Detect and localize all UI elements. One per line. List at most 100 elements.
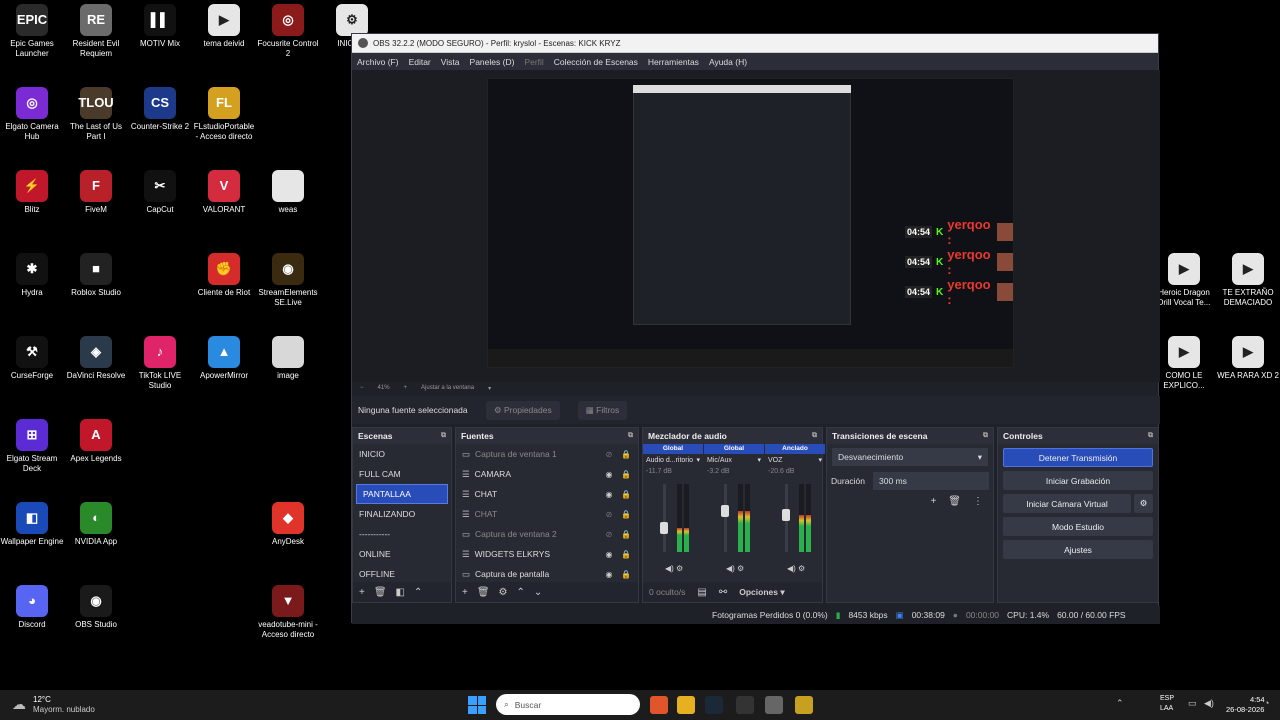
- desktop-icon[interactable]: ◈ DaVinci Resolve: [64, 336, 128, 381]
- desktop-icon[interactable]: V VALORANT: [192, 170, 256, 215]
- desktop-icon[interactable]: ◆ AnyDesk: [256, 502, 320, 547]
- source-settings-button[interactable]: ⚙: [499, 587, 508, 598]
- file-explorer-icon[interactable]: [677, 696, 695, 714]
- transition-select[interactable]: Desvanecimiento ▾: [832, 448, 988, 466]
- desktop-icon[interactable]: ▶ WEA RARA XD 2: [1216, 336, 1280, 381]
- scene-filters-button[interactable]: ◧: [396, 587, 405, 598]
- obs-icon[interactable]: [736, 696, 754, 714]
- lock-icon[interactable]: 🔒: [620, 530, 632, 539]
- layout-icon[interactable]: ▤: [697, 587, 706, 598]
- remove-source-button[interactable]: 🗑: [477, 587, 490, 598]
- chevron-down-icon[interactable]: ▾: [757, 454, 761, 468]
- add-transition-button[interactable]: +: [930, 496, 936, 507]
- lock-icon[interactable]: 🔒: [620, 450, 632, 459]
- settings-button[interactable]: Ajustes: [1003, 540, 1153, 559]
- menu-item[interactable]: Colección de Escenas: [554, 57, 638, 67]
- zoom-out-button[interactable]: −: [360, 385, 364, 391]
- mixer-options-button[interactable]: Opciones ▾: [739, 587, 784, 598]
- virtual-camera-button[interactable]: Iniciar Cámara Virtual: [1003, 494, 1131, 513]
- desktop-icon[interactable]: ◕ Discord: [0, 585, 64, 630]
- desktop-icon[interactable]: ⚡ Blitz: [0, 170, 64, 215]
- menu-item[interactable]: Archivo (F): [357, 57, 399, 67]
- desktop-icon[interactable]: ■ Roblox Studio: [64, 253, 128, 298]
- desktop-icon[interactable]: ◐ NVIDIA App: [64, 502, 128, 547]
- clock-time[interactable]: 4:54: [1250, 695, 1265, 704]
- keyboard-layout[interactable]: LAA: [1160, 705, 1173, 712]
- volume-icon[interactable]: ◀): [787, 564, 798, 573]
- app-icon[interactable]: [795, 696, 813, 714]
- mixer-channel-name[interactable]: VOZ ▾: [765, 454, 825, 468]
- chevron-down-icon[interactable]: ▾: [488, 385, 491, 392]
- lock-icon[interactable]: 🔒: [620, 470, 632, 479]
- weather-desc[interactable]: Mayorm. nublado: [33, 705, 95, 714]
- undock-icon[interactable]: ⧉: [1148, 432, 1153, 440]
- start-recording-button[interactable]: Iniciar Grabación: [1003, 471, 1153, 490]
- remove-transition-button[interactable]: 🗑: [948, 496, 961, 507]
- desktop-icon[interactable]: ▶ TE EXTRAÑO DEMACIADO: [1216, 253, 1280, 308]
- desktop-icon[interactable]: ▲ ApowerMirror: [192, 336, 256, 381]
- tray-chevron-icon[interactable]: ⌃: [1116, 698, 1124, 709]
- windows-start-icon[interactable]: [468, 696, 486, 714]
- undock-icon[interactable]: ⧉: [983, 432, 988, 440]
- desktop-icon[interactable]: FL FLstudioPortable - Acceso directo: [192, 87, 256, 142]
- settings-gear-icon[interactable]: [765, 696, 783, 714]
- desktop-icon[interactable]: CS Counter-Strike 2: [128, 87, 192, 132]
- eye-icon[interactable]: ◉: [603, 570, 615, 579]
- source-item[interactable]: ☰ CAMARA ◉ 🔒: [456, 464, 638, 484]
- steam-icon[interactable]: [705, 696, 723, 714]
- source-item[interactable]: ☰ CHAT ⊘ 🔒: [456, 504, 638, 524]
- source-item[interactable]: ▭ Captura de pantalla ◉ 🔒: [456, 564, 638, 584]
- desktop-icon[interactable]: ▌▌ MOTIV Mix: [128, 4, 192, 49]
- eye-off-icon[interactable]: ⊘: [603, 450, 615, 459]
- properties-button[interactable]: ⚙ Propiedades: [486, 400, 560, 420]
- desktop-icon[interactable]: ◉ StreamElements SE.Live: [256, 253, 320, 308]
- scene-item[interactable]: FULL CAM: [353, 464, 451, 484]
- eye-off-icon[interactable]: ⊘: [603, 530, 615, 539]
- desktop-icon[interactable]: ◎ Focusrite Control 2: [256, 4, 320, 59]
- scene-item[interactable]: INICIO: [353, 444, 451, 464]
- desktop-icon[interactable]: ◧ Wallpaper Engine: [0, 502, 64, 547]
- duration-input[interactable]: 300 ms: [873, 472, 989, 490]
- desktop-icon[interactable]: weas: [256, 170, 320, 215]
- settings-icon[interactable]: ⚙: [798, 564, 805, 573]
- settings-icon[interactable]: ⚙: [737, 564, 744, 573]
- desktop-icon[interactable]: ▶ tema deivid: [192, 4, 256, 49]
- brave-icon[interactable]: [650, 696, 668, 714]
- link-icon[interactable]: ⚯: [719, 587, 727, 598]
- desktop-icon[interactable]: ◉ OBS Studio: [64, 585, 128, 630]
- volume-icon[interactable]: ◀): [1204, 698, 1214, 709]
- eye-icon[interactable]: ◉: [603, 550, 615, 559]
- fader-knob[interactable]: [660, 522, 668, 535]
- desktop-icon[interactable]: RE Resident Evil Requiem: [64, 4, 128, 59]
- filters-button[interactable]: ▦ Filtros: [577, 400, 628, 420]
- desktop-icon[interactable]: ⚒ CurseForge: [0, 336, 64, 381]
- settings-icon[interactable]: ⚙: [676, 564, 683, 573]
- chevron-down-icon[interactable]: ▾: [696, 454, 700, 468]
- desktop-icon[interactable]: ◎ Elgato Camera Hub: [0, 87, 64, 142]
- undock-icon[interactable]: ⧉: [812, 432, 817, 440]
- lock-icon[interactable]: 🔒: [620, 570, 632, 579]
- desktop-icon[interactable]: A Apex Legends: [64, 419, 128, 464]
- notifications-icon[interactable]: ◔: [1264, 698, 1269, 708]
- language-code[interactable]: ESP: [1160, 695, 1174, 702]
- volume-icon[interactable]: ◀): [726, 564, 737, 573]
- desktop-icon[interactable]: ⊞ Elgato Stream Deck: [0, 419, 64, 474]
- desktop-icon[interactable]: ✱ Hydra: [0, 253, 64, 298]
- fader-knob[interactable]: [721, 505, 729, 518]
- undock-icon[interactable]: ⧉: [441, 432, 446, 440]
- source-item[interactable]: ▭ Captura de ventana 1 ⊘ 🔒: [456, 444, 638, 464]
- mixer-channel-name[interactable]: Audio d...ritorio ▾: [643, 454, 703, 468]
- lock-icon[interactable]: 🔒: [620, 550, 632, 559]
- eye-off-icon[interactable]: ⊘: [603, 510, 615, 519]
- menu-item[interactable]: Editar: [409, 57, 431, 67]
- eye-icon[interactable]: ◉: [603, 470, 615, 479]
- scene-item[interactable]: ONLINE: [353, 544, 451, 564]
- chevron-down-icon[interactable]: ▾: [818, 454, 822, 468]
- zoom-in-button[interactable]: +: [404, 385, 408, 391]
- move-down-button[interactable]: ⌄: [534, 587, 542, 598]
- source-item[interactable]: ☰ CHAT ◉ 🔒: [456, 484, 638, 504]
- move-up-button[interactable]: ⌃: [414, 587, 422, 598]
- obs-titlebar[interactable]: OBS 32.2.2 (MODO SEGURO) - Perfil: krysl…: [352, 34, 1158, 53]
- desktop-icon[interactable]: image: [256, 336, 320, 381]
- desktop-icon[interactable]: ▼ veadotube-mini - Acceso directo: [256, 585, 320, 640]
